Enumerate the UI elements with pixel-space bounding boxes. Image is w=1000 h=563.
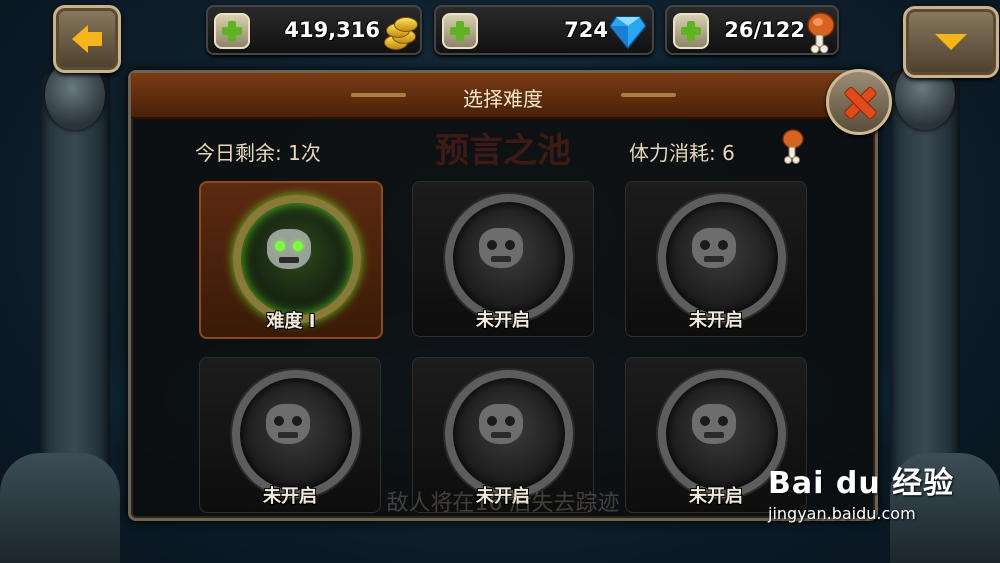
- dialog-title: 选择难度: [463, 87, 543, 111]
- rock-left: [0, 453, 120, 563]
- gem-counter: 724: [434, 5, 654, 55]
- coin-stack-icon: [382, 17, 418, 51]
- stone-pillar-right: [890, 60, 960, 490]
- add-gold-button[interactable]: [214, 13, 250, 49]
- horned-skull-medal-icon: [658, 194, 786, 322]
- skull-medal-icon: [445, 194, 573, 322]
- close-icon: [843, 86, 875, 118]
- skull-medal-icon: [233, 195, 361, 323]
- watermark: Bai du 经验 jingyan.baidu.com: [768, 458, 954, 523]
- difficulty-dialog: 选择难度 预言之池 今日剩余: 1次 体力消耗: 6 难度 I 未开启 未开启 …: [128, 70, 878, 521]
- skull-medal-icon: [232, 370, 360, 498]
- stamina-cost: 体力消耗: 6: [629, 141, 735, 165]
- meat-drumstick-icon: [807, 12, 835, 54]
- difficulty-slot-1[interactable]: 难度 I: [199, 181, 383, 339]
- dialog-title-bar: 选择难度: [131, 73, 875, 119]
- skull-medal-icon: [658, 370, 786, 498]
- gold-counter: 419,316: [206, 5, 422, 55]
- watermark-brand: Bai du 经验: [768, 466, 955, 501]
- stamina-value: 26/122: [724, 18, 805, 42]
- meat-drumstick-icon: [782, 129, 804, 164]
- add-gems-button[interactable]: [442, 13, 478, 49]
- gold-value: 419,316: [284, 18, 380, 42]
- back-button[interactable]: [53, 5, 121, 73]
- difficulty-label: 难度 I: [266, 311, 316, 332]
- close-button[interactable]: [826, 69, 892, 135]
- menu-button[interactable]: [903, 6, 999, 78]
- gem-value: 724: [564, 18, 608, 42]
- arrow-down-icon: [935, 34, 967, 50]
- background-hint-text: 敌人将在16 后失去踪迹: [386, 491, 620, 516]
- difficulty-slot-2[interactable]: 未开启: [412, 181, 594, 337]
- skull-medal-icon: [445, 370, 573, 498]
- stamina-counter: 26/122: [665, 5, 839, 55]
- difficulty-slot-3[interactable]: 未开启: [625, 181, 807, 337]
- remaining-attempts: 今日剩余: 1次: [195, 141, 321, 165]
- diamond-icon: [610, 16, 646, 49]
- difficulty-label: 未开启: [689, 310, 743, 331]
- difficulty-label: 未开启: [476, 310, 530, 331]
- add-stamina-button[interactable]: [673, 13, 709, 49]
- watermark-url: jingyan.baidu.com: [768, 504, 916, 523]
- stone-pillar-left: [40, 60, 110, 490]
